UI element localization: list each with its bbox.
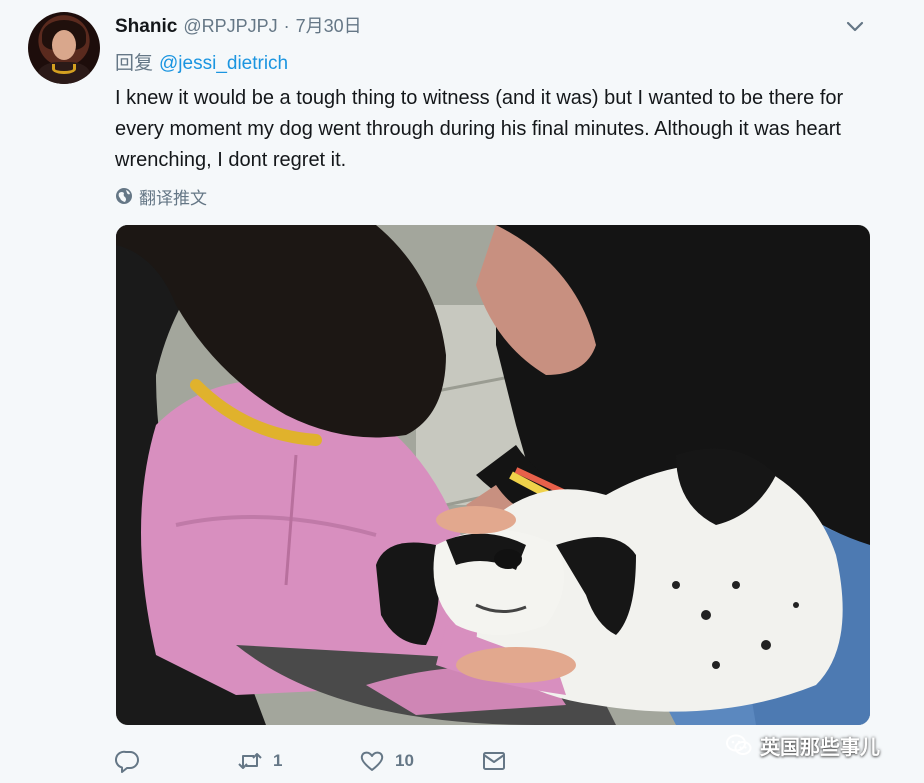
dog-photo-illustration [116, 225, 870, 725]
reply-prefix: 回复 [115, 53, 154, 74]
like-count: 10 [395, 751, 414, 770]
avatar-necklace [52, 64, 76, 74]
retweet-icon [238, 753, 262, 769]
tweet-actions: 1 10 [115, 744, 541, 778]
tweet-header: Shanic @RPJPJPJ · 7月30日 [115, 12, 362, 38]
avatar-face [52, 30, 76, 60]
globe-icon [116, 188, 132, 204]
reply-context: 回复 @jessi_dietrich [115, 48, 288, 75]
message-button[interactable] [481, 744, 541, 778]
chevron-down-icon[interactable] [843, 14, 867, 38]
reply-button[interactable] [115, 744, 237, 778]
heart-icon [360, 751, 384, 771]
translate-label: 翻译推文 [139, 188, 207, 208]
like-button[interactable]: 10 [359, 744, 481, 778]
tweet-text: I knew it would be a tough thing to witn… [115, 87, 844, 171]
header-separator: · [283, 16, 290, 36]
tweet-card: Shanic @RPJPJPJ · 7月30日 回复 @jessi_dietric… [0, 0, 924, 783]
tweet-date[interactable]: 7月30日 [296, 12, 362, 38]
wechat-icon [726, 734, 752, 755]
retweet-count: 1 [273, 751, 283, 770]
tweet-media-photo[interactable] [116, 225, 870, 725]
retweet-button[interactable]: 1 [237, 744, 359, 778]
watermark-text: 英国那些事儿 [760, 736, 880, 759]
translate-tweet-link[interactable]: 翻译推文 [115, 184, 207, 208]
author-handle[interactable]: @RPJPJPJ [183, 16, 277, 37]
envelope-icon [483, 752, 505, 770]
author-avatar[interactable] [28, 12, 100, 84]
reply-icon [115, 750, 139, 773]
reply-mention-link[interactable]: @jessi_dietrich [159, 53, 288, 74]
wechat-watermark: 英国那些事儿 [726, 728, 880, 762]
author-name[interactable]: Shanic [115, 16, 177, 38]
